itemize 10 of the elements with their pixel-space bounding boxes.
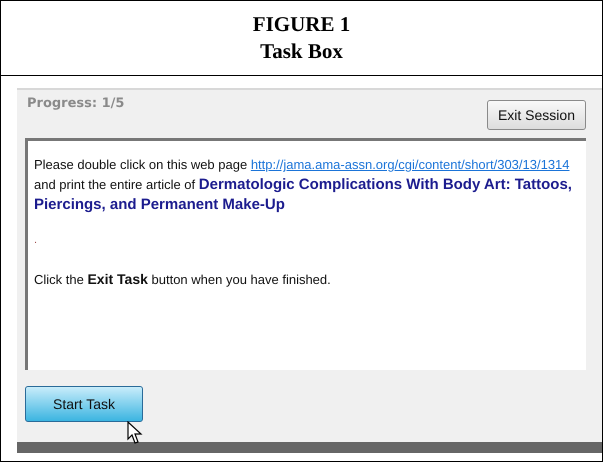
cursor-icon	[127, 421, 143, 445]
article-link[interactable]: http://jama.ama-assn.org/cgi/content/short/303/13/1314	[250, 157, 570, 172]
figure-label: FIGURE 1	[252, 11, 350, 38]
start-task-button[interactable]: Start Task	[25, 386, 143, 422]
progress-label: Progress: 1/5	[27, 96, 124, 111]
instruction-text: Please double click on this web page http://jama.ama-assn.org/cgi/content/short/303/13/1314 and print the entire article of Dermatologic Complications With Body Art: Tattoos, Piercings, and Permanent Make-Up	[34, 156, 573, 215]
figure-title: Task Box	[260, 38, 343, 65]
exit-session-button[interactable]: Exit Session	[486, 100, 586, 130]
separator-text: .	[34, 233, 38, 247]
closing-text: Click the Exit Task button when you have finished.	[34, 271, 332, 287]
